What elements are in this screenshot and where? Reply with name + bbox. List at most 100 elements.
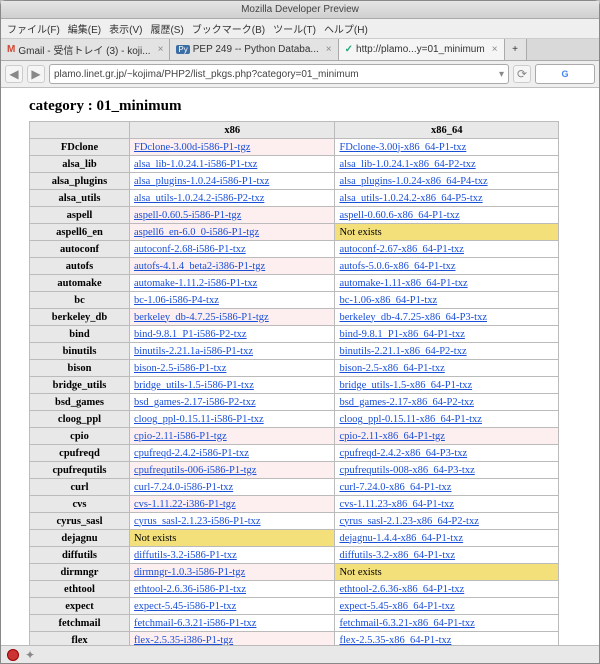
- package-link[interactable]: bc-1.06-x86_64-P1-txz: [339, 295, 437, 306]
- python-icon: Py: [176, 45, 189, 54]
- cell-x86: cyrus_sasl-2.1.23-i586-P1-txz: [130, 513, 335, 530]
- package-link[interactable]: bison-2.5-i586-P1-txz: [134, 363, 226, 374]
- page-icon: ✓: [345, 44, 353, 55]
- forward-button[interactable]: ▶: [27, 65, 45, 83]
- package-link[interactable]: fetchmail-6.3.21-x86_64-P1-txz: [339, 618, 474, 629]
- back-button[interactable]: ◀: [5, 65, 23, 83]
- package-link[interactable]: automake-1.11-x86_64-P1-txz: [339, 278, 467, 289]
- table-row: automakeautomake-1.11.2-i586-P1-txzautom…: [30, 275, 559, 292]
- package-link[interactable]: bison-2.5-x86_64-P1-txz: [339, 363, 444, 374]
- cell-x86-64: Not exists: [335, 564, 559, 581]
- package-link[interactable]: bridge_utils-1.5-i586-P1-txz: [134, 380, 254, 391]
- new-tab-button[interactable]: +: [505, 39, 527, 60]
- bookmark-icon[interactable]: ✦: [25, 648, 35, 662]
- cell-x86-64: alsa_utils-1.0.24.2-x86_64-P5-txz: [335, 190, 559, 207]
- package-link[interactable]: FDclone-3.00j-x86_64-P1-txz: [339, 142, 466, 153]
- package-link[interactable]: FDclone-3.00d-i586-P1-tgz: [134, 142, 250, 153]
- package-link[interactable]: cpufrequtils-008-x86_64-P3-txz: [339, 465, 474, 476]
- browser-tab[interactable]: MGmail - 受信トレイ (3) - koji...×: [1, 39, 170, 60]
- browser-tab[interactable]: ✓http://plamo...y=01_minimum ×: [339, 39, 505, 60]
- package-link[interactable]: diffutils-3.2-x86_64-P1-txz: [339, 550, 455, 561]
- package-link[interactable]: flex-2.5.35-i386-P1-tgz: [134, 635, 233, 646]
- package-link[interactable]: expect-5.45-i586-P1-txz: [134, 601, 236, 612]
- package-link[interactable]: cloog_ppl-0.15.11-x86_64-P1-txz: [339, 414, 482, 425]
- package-link[interactable]: curl-7.24.0-i586-P1-txz: [134, 482, 233, 493]
- reload-button[interactable]: ⟳: [513, 65, 531, 83]
- package-link[interactable]: bind-9.8.1_P1-i586-P2-txz: [134, 329, 247, 340]
- table-row: cvscvs-1.11.22-i386-P1-tgzcvs-1.11.23-x8…: [30, 496, 559, 513]
- close-tab-icon[interactable]: ×: [492, 44, 498, 55]
- package-link[interactable]: dejagnu-1.4.4-x86_64-P1-txz: [339, 533, 463, 544]
- table-row: binutilsbinutils-2.21.1a-i586-P1-txzbinu…: [30, 343, 559, 360]
- package-link[interactable]: cpio-2.11-i586-P1-tgz: [134, 431, 227, 442]
- stop-icon[interactable]: [7, 649, 19, 661]
- cell-x86-64: automake-1.11-x86_64-P1-txz: [335, 275, 559, 292]
- package-link[interactable]: autoconf-2.68-i586-P1-txz: [134, 244, 246, 255]
- package-link[interactable]: bsd_games-2.17-x86_64-P2-txz: [339, 397, 473, 408]
- package-name: cyrus_sasl: [30, 513, 130, 530]
- package-link[interactable]: berkeley_db-4.7.25-i586-P1-tgz: [134, 312, 269, 323]
- package-link[interactable]: alsa_lib-1.0.24.1-x86_64-P2-txz: [339, 159, 475, 170]
- menu-item[interactable]: 編集(E): [68, 25, 101, 36]
- package-link[interactable]: alsa_plugins-1.0.24-x86_64-P4-txz: [339, 176, 487, 187]
- package-link[interactable]: berkeley_db-4.7.25-x86_64-P3-txz: [339, 312, 487, 323]
- menu-item[interactable]: ブックマーク(B): [192, 25, 265, 36]
- package-link[interactable]: curl-7.24.0-x86_64-P1-txz: [339, 482, 451, 493]
- browser-tab[interactable]: PyPEP 249 -- Python Databa...×: [170, 39, 338, 60]
- cell-x86: aspell-0.60.5-i586-P1-tgz: [130, 207, 335, 224]
- package-link[interactable]: bsd_games-2.17-i586-P2-txz: [134, 397, 256, 408]
- menu-item[interactable]: ヘルプ(H): [324, 25, 368, 36]
- package-link[interactable]: ethtool-2.6.36-i586-P1-txz: [134, 584, 246, 595]
- package-link[interactable]: aspell-0.60.5-i586-P1-tgz: [134, 210, 241, 221]
- search-bar[interactable]: G: [535, 64, 595, 84]
- cell-x86: curl-7.24.0-i586-P1-txz: [130, 479, 335, 496]
- package-name: expect: [30, 598, 130, 615]
- package-name: curl: [30, 479, 130, 496]
- package-link[interactable]: bridge_utils-1.5-x86_64-P1-txz: [339, 380, 472, 391]
- package-link[interactable]: binutils-2.21.1a-i586-P1-txz: [134, 346, 253, 357]
- cell-x86-64: flex-2.5.35-x86_64-P1-txz: [335, 632, 559, 646]
- package-link[interactable]: expect-5.45-x86_64-P1-txz: [339, 601, 454, 612]
- close-tab-icon[interactable]: ×: [158, 44, 164, 55]
- tab-label: http://plamo...y=01_minimum: [356, 44, 485, 55]
- package-link[interactable]: cvs-1.11.23-x86_64-P1-txz: [339, 499, 454, 510]
- package-link[interactable]: ethtool-2.6.36-x86_64-P1-txz: [339, 584, 464, 595]
- package-name: bison: [30, 360, 130, 377]
- package-link[interactable]: autofs-4.1.4_beta2-i386-P1-tgz: [134, 261, 265, 272]
- package-link[interactable]: diffutils-3.2-i586-P1-txz: [134, 550, 237, 561]
- package-link[interactable]: cpio-2.11-x86_64-P1-tgz: [339, 431, 444, 442]
- menu-item[interactable]: ファイル(F): [7, 25, 60, 36]
- package-link[interactable]: aspell-0.60.6-x86_64-P1-txz: [339, 210, 459, 221]
- package-link[interactable]: automake-1.11.2-i586-P1-txz: [134, 278, 257, 289]
- menu-item[interactable]: ツール(T): [273, 25, 316, 36]
- close-tab-icon[interactable]: ×: [326, 44, 332, 55]
- package-link[interactable]: flex-2.5.35-x86_64-P1-txz: [339, 635, 451, 646]
- package-link[interactable]: bind-9.8.1_P1-x86_64-P1-txz: [339, 329, 464, 340]
- cell-x86: bison-2.5-i586-P1-txz: [130, 360, 335, 377]
- cell-x86-64: FDclone-3.00j-x86_64-P1-txz: [335, 139, 559, 156]
- cell-x86: berkeley_db-4.7.25-i586-P1-tgz: [130, 309, 335, 326]
- menu-item[interactable]: 履歴(S): [150, 25, 183, 36]
- package-link[interactable]: binutils-2.21.1-x86_64-P2-txz: [339, 346, 466, 357]
- package-link[interactable]: autoconf-2.67-x86_64-P1-txz: [339, 244, 464, 255]
- package-link[interactable]: alsa_utils-1.0.24.2-x86_64-P5-txz: [339, 193, 482, 204]
- package-link[interactable]: fetchmail-6.3.21-i586-P1-txz: [134, 618, 256, 629]
- package-link[interactable]: aspell6_en-6.0_0-i586-P1-tgz: [134, 227, 259, 238]
- package-link[interactable]: autofs-5.0.6-x86_64-P1-txz: [339, 261, 455, 272]
- url-bar[interactable]: plamo.linet.gr.jp/~kojima/PHP2/list_pkgs…: [49, 64, 509, 84]
- package-link[interactable]: cvs-1.11.22-i386-P1-tgz: [134, 499, 236, 510]
- package-link[interactable]: cpufreqd-2.4.2-i586-P1-txz: [134, 448, 249, 459]
- package-link[interactable]: cyrus_sasl-2.1.23-x86_64-P2-txz: [339, 516, 478, 527]
- package-link[interactable]: cyrus_sasl-2.1.23-i586-P1-txz: [134, 516, 261, 527]
- package-name: dejagnu: [30, 530, 130, 547]
- package-link[interactable]: alsa_plugins-1.0.24-i586-P1-txz: [134, 176, 269, 187]
- package-link[interactable]: cloog_ppl-0.15.11-i586-P1-txz: [134, 414, 264, 425]
- table-row: flexflex-2.5.35-i386-P1-tgzflex-2.5.35-x…: [30, 632, 559, 646]
- package-link[interactable]: bc-1.06-i586-P4-txz: [134, 295, 219, 306]
- package-link[interactable]: alsa_utils-1.0.24.2-i586-P2-txz: [134, 193, 264, 204]
- package-link[interactable]: cpufreqd-2.4.2-x86_64-P3-txz: [339, 448, 467, 459]
- menu-item[interactable]: 表示(V): [109, 25, 142, 36]
- package-link[interactable]: dirmngr-1.0.3-i586-P1-tgz: [134, 567, 245, 578]
- package-link[interactable]: alsa_lib-1.0.24.1-i586-P1-txz: [134, 159, 257, 170]
- package-link[interactable]: cpufrequtils-006-i586-P1-tgz: [134, 465, 256, 476]
